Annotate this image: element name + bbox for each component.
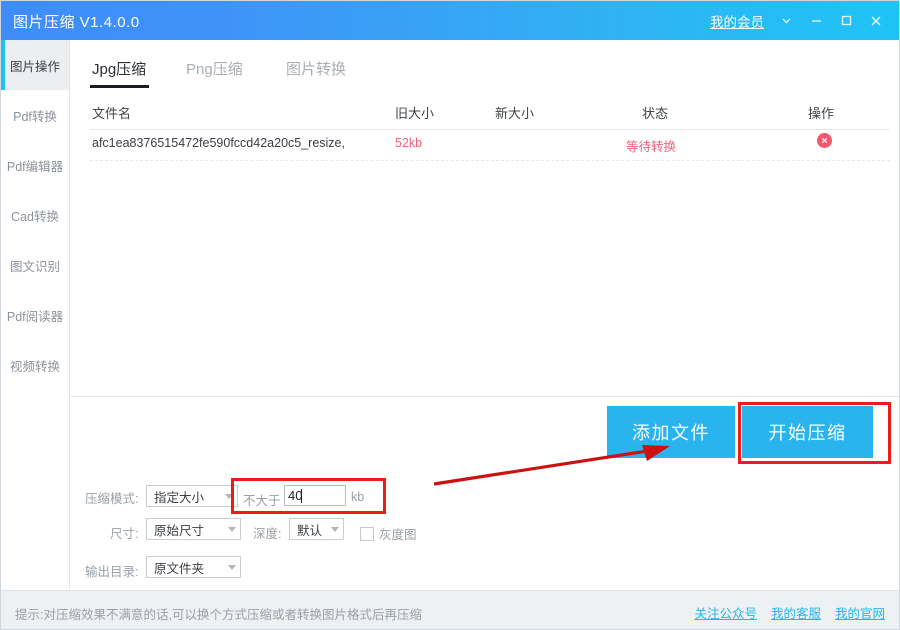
grayscale-label: 灰度图 <box>379 528 417 542</box>
size-label-text: 尺寸: <box>110 527 138 541</box>
main-content: Jpg压缩 Png压缩 图片转换 文件名 旧大小 新大小 状态 操作 afc1e… <box>70 40 899 590</box>
size-select[interactable]: 原始尺寸 <box>146 518 241 540</box>
depth-select[interactable]: 默认 <box>289 518 344 540</box>
app-title: 图片压缩 V1.4.0.0 <box>13 11 140 32</box>
output-dir-label-text: 输出目录: <box>85 565 138 579</box>
section-divider <box>70 396 899 397</box>
footer-link-website[interactable]: 我的官网 <box>835 603 885 622</box>
limit-prefix-label: 不大于 <box>243 490 281 509</box>
chevron-down-icon <box>225 494 233 499</box>
sidebar-item-label: 视频转换 <box>10 356 60 375</box>
sidebar-item-label: Pdf阅读器 <box>7 306 63 325</box>
file-table-header: 文件名 旧大小 新大小 状态 操作 <box>90 98 890 130</box>
size-value: 原始尺寸 <box>154 520 204 539</box>
compress-mode-row: 压缩模式: <box>85 488 138 507</box>
compress-mode-label: 压缩模式: <box>85 492 138 506</box>
depth-value: 默认 <box>297 520 322 539</box>
sidebar-item-pdf-reader[interactable]: Pdf阅读器 <box>1 290 69 340</box>
sidebar-item-label: Pdf编辑器 <box>7 156 63 175</box>
sidebar-item-image-ops[interactable]: 图片操作 <box>1 40 69 90</box>
limit-unit-text: kb <box>351 490 364 504</box>
cell-status: 等待转换 <box>626 136 676 155</box>
tab-jpg-compress[interactable]: Jpg压缩 <box>92 58 146 79</box>
tab-png-compress[interactable]: Png压缩 <box>186 58 243 79</box>
app-window: 图片压缩 V1.4.0.0 我的会员 图片操作 Pdf转换 Pdf编辑器 <box>0 0 900 630</box>
grayscale-checkbox[interactable] <box>360 527 374 541</box>
footer-link-support[interactable]: 我的客服 <box>771 603 821 622</box>
output-dir-label: 输出目录: <box>85 561 138 580</box>
cell-filename: afc1ea8376515472fe590fccd42a20c5_resize, <box>92 136 345 150</box>
sidebar-item-ocr[interactable]: 图文识别 <box>1 240 69 290</box>
sidebar-item-label: 图片操作 <box>10 56 60 75</box>
sidebar: 图片操作 Pdf转换 Pdf编辑器 Cad转换 图文识别 Pdf阅读器 视频转换 <box>1 40 70 590</box>
size-limit-field[interactable]: 40 <box>284 485 346 506</box>
footer-links: 关注公众号 我的客服 我的官网 <box>694 603 885 622</box>
cell-old-size: 52kb <box>395 136 422 150</box>
footer-tip-text: 提示:对压缩效果不满意的话,可以换个方式压缩或者转换图片格式后再压缩 <box>15 604 422 623</box>
output-dir-value: 原文件夹 <box>154 558 204 577</box>
column-header-filename: 文件名 <box>92 103 131 122</box>
column-header-action: 操作 <box>808 103 834 122</box>
sidebar-item-label: Pdf转换 <box>13 106 57 125</box>
compress-mode-value: 指定大小 <box>154 487 204 506</box>
maximize-icon[interactable] <box>831 1 861 40</box>
window-controls: 我的会员 <box>710 1 891 40</box>
title-bar: 图片压缩 V1.4.0.0 我的会员 <box>1 1 899 40</box>
size-limit-value: 40 <box>288 488 302 503</box>
limit-prefix-text: 不大于 <box>243 494 281 508</box>
footer-link-official-account[interactable]: 关注公众号 <box>694 603 757 622</box>
grayscale-option[interactable]: 灰度图 <box>360 524 417 543</box>
footer-bar: 提示:对压缩效果不满意的话,可以换个方式压缩或者转换图片格式后再压缩 关注公众号… <box>1 590 899 629</box>
text-cursor <box>301 489 302 503</box>
output-dir-select[interactable]: 原文件夹 <box>146 556 241 578</box>
close-icon[interactable] <box>861 1 891 40</box>
sidebar-item-pdf-editor[interactable]: Pdf编辑器 <box>1 140 69 190</box>
tab-image-convert[interactable]: 图片转换 <box>286 58 346 79</box>
chevron-down-icon <box>228 565 236 570</box>
column-header-new-size: 新大小 <box>495 103 534 122</box>
my-member-link[interactable]: 我的会员 <box>710 11 764 31</box>
depth-label: 深度: <box>253 523 281 542</box>
sidebar-item-cad-convert[interactable]: Cad转换 <box>1 190 69 240</box>
column-header-old-size: 旧大小 <box>395 103 434 122</box>
cell-action <box>817 133 832 148</box>
size-limit-input-box[interactable]: 40 <box>284 485 346 506</box>
chevron-down-icon <box>228 527 236 532</box>
column-header-status: 状态 <box>642 103 668 122</box>
sidebar-item-label: Cad转换 <box>11 206 59 225</box>
sidebar-item-pdf-convert[interactable]: Pdf转换 <box>1 90 69 140</box>
start-compress-button[interactable]: 开始压缩 <box>742 406 873 458</box>
chevron-down-icon <box>331 527 339 532</box>
chevron-down-icon[interactable] <box>771 1 801 40</box>
depth-label-text: 深度: <box>253 527 281 541</box>
compress-mode-select[interactable]: 指定大小 <box>146 485 238 507</box>
size-label: 尺寸: <box>110 523 138 542</box>
tab-bar: Jpg压缩 Png压缩 图片转换 <box>70 40 899 98</box>
table-row[interactable]: afc1ea8376515472fe590fccd42a20c5_resize,… <box>90 129 890 161</box>
close-circle-icon[interactable] <box>817 133 832 148</box>
add-file-button[interactable]: 添加文件 <box>607 406 735 458</box>
sidebar-item-video-convert[interactable]: 视频转换 <box>1 340 69 390</box>
sidebar-item-label: 图文识别 <box>10 256 60 275</box>
limit-unit-label: kb <box>351 490 364 504</box>
minimize-icon[interactable] <box>801 1 831 40</box>
